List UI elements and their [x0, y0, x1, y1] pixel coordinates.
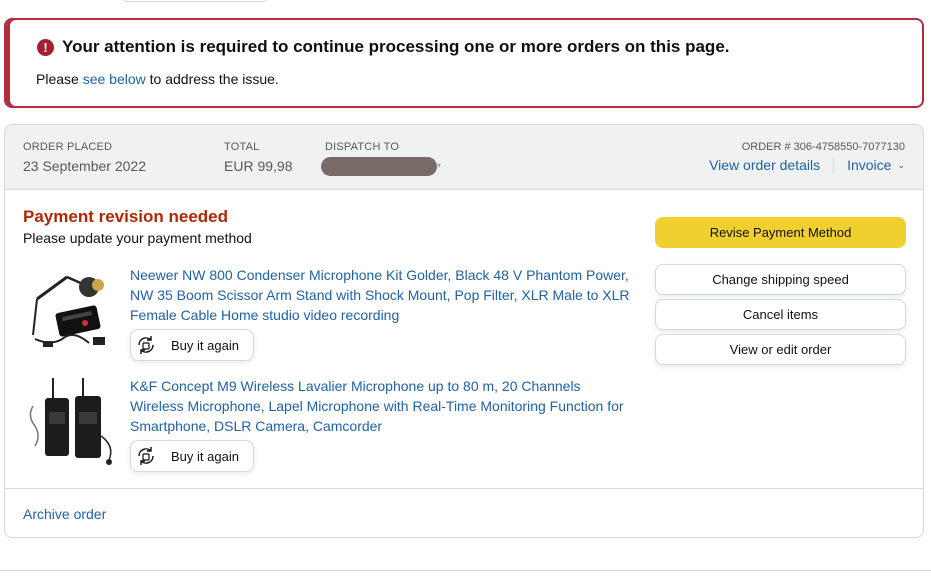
order-item: K&F Concept M9 Wireless Lavalier Microph…	[23, 376, 643, 472]
alert-body: Please see below to address the issue.	[36, 71, 279, 87]
product-image[interactable]	[23, 376, 123, 472]
buy-it-again-button[interactable]: Buy it again	[130, 329, 254, 361]
divider	[0, 570, 931, 571]
cancel-items-button[interactable]: Cancel items	[655, 299, 906, 330]
order-card: ORDER PLACED 23 September 2022 TOTAL EUR…	[4, 124, 924, 538]
view-or-edit-order-button[interactable]: View or edit order	[655, 334, 906, 365]
invoice-link[interactable]: Invoice	[847, 157, 891, 173]
archive-order-link[interactable]: Archive order	[23, 506, 106, 522]
status-title: Payment revision needed	[23, 207, 229, 226]
order-placed-label: ORDER PLACED	[23, 141, 113, 153]
order-header-links: View order details Invoice ⌄	[709, 157, 905, 173]
buy-it-again-label: Buy it again	[171, 337, 239, 353]
caret-down-icon: ▾	[437, 161, 442, 170]
divider	[833, 157, 835, 173]
status-subtitle: Please update your payment method	[23, 230, 252, 246]
order-footer: Archive order	[5, 488, 923, 537]
view-order-details-link[interactable]: View order details	[709, 157, 820, 173]
product-title-link[interactable]: Neewer NW 800 Condenser Microphone Kit G…	[130, 265, 630, 325]
attention-alert: ! Your attention is required to continue…	[4, 18, 924, 108]
redacted-recipient[interactable]	[321, 157, 437, 176]
product-image[interactable]	[23, 265, 123, 361]
chevron-down-icon: ⌄	[897, 159, 905, 170]
change-shipping-speed-button[interactable]: Change shipping speed	[655, 264, 906, 295]
product-title-link[interactable]: K&F Concept M9 Wireless Lavalier Microph…	[130, 376, 630, 436]
order-header: ORDER PLACED 23 September 2022 TOTAL EUR…	[5, 125, 923, 190]
alert-heading: Your attention is required to continue p…	[62, 37, 730, 56]
buy-it-again-label: Buy it again	[171, 448, 239, 464]
previous-dropdown-edge	[122, 0, 268, 2]
buy-again-icon	[138, 336, 154, 354]
total-value: EUR 99,98	[224, 158, 293, 174]
exclamation-icon: !	[37, 39, 54, 56]
alert-body-suffix: to address the issue.	[149, 71, 279, 87]
order-placed-value: 23 September 2022	[23, 158, 146, 174]
order-item: Neewer NW 800 Condenser Microphone Kit G…	[23, 265, 643, 361]
total-label: TOTAL	[224, 141, 260, 153]
buy-it-again-button[interactable]: Buy it again	[130, 440, 254, 472]
see-below-link[interactable]: see below	[83, 71, 146, 87]
dispatch-to-label: DISPATCH TO	[325, 141, 400, 153]
alert-body-prefix: Please	[36, 71, 79, 87]
order-number: ORDER # 306-4758550-7077130	[741, 141, 905, 153]
revise-payment-method-button[interactable]: Revise Payment Method	[655, 217, 906, 248]
buy-again-icon	[138, 447, 154, 465]
